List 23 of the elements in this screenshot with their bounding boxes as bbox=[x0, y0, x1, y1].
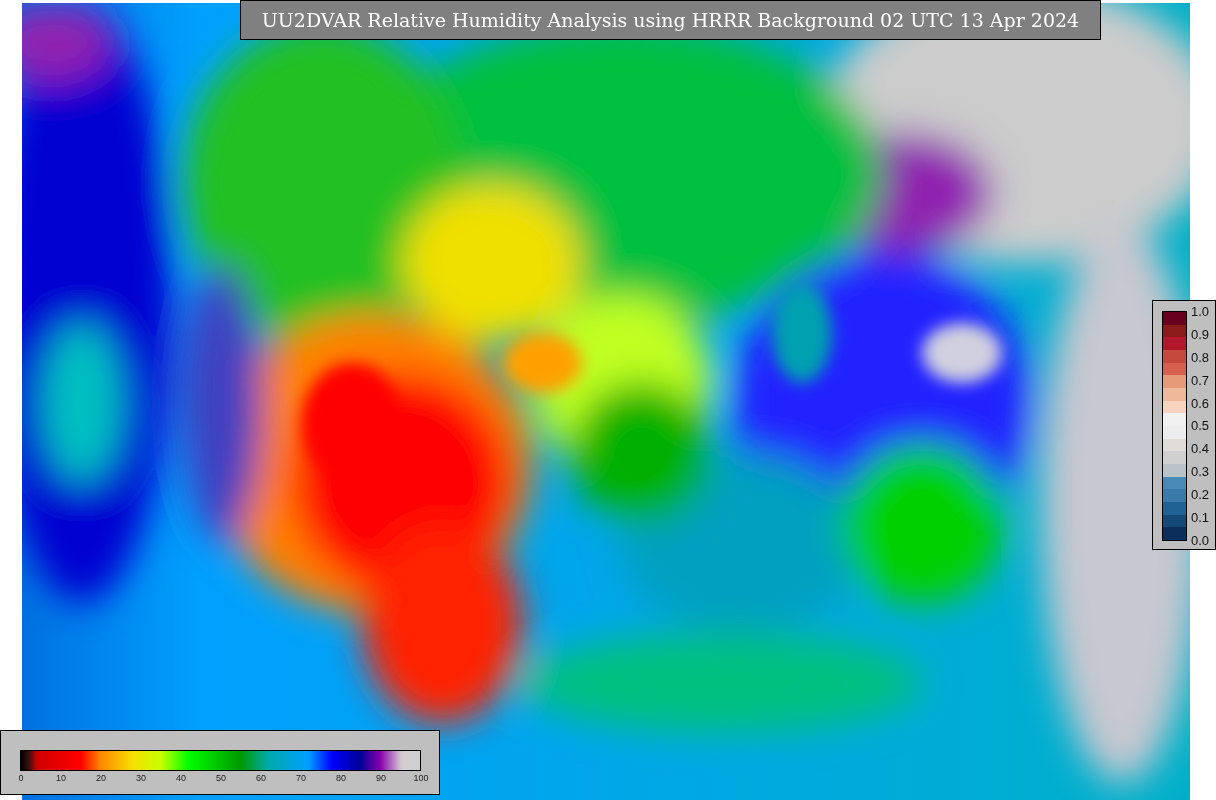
scale-label: 0.8 bbox=[1191, 349, 1210, 365]
title-banner: UU2DVAR Relative Humidity Analysis using HRRR Background 02 UTC 13 Apr 2024 bbox=[240, 0, 1101, 40]
scale-label: 0.6 bbox=[1191, 395, 1210, 411]
scale-label: 60 bbox=[255, 772, 267, 785]
scale-label: 70 bbox=[295, 772, 307, 785]
scale-label: 0.3 bbox=[1191, 464, 1210, 480]
scale-label: 0.9 bbox=[1191, 326, 1210, 342]
scale-label: 1.0 bbox=[1191, 304, 1210, 319]
scale-label: 50 bbox=[215, 772, 227, 785]
scale-label: 0.0 bbox=[1191, 532, 1210, 548]
scale-label: 0.5 bbox=[1191, 418, 1210, 434]
scale-label: 30 bbox=[135, 772, 147, 785]
scale-label: 0.4 bbox=[1191, 441, 1210, 457]
scale-label: 0.7 bbox=[1191, 372, 1210, 388]
scale-label: 100 bbox=[412, 772, 430, 785]
scale-label: 0 bbox=[17, 772, 25, 785]
scale-label: 90 bbox=[375, 772, 387, 785]
scale-label: 0.2 bbox=[1191, 487, 1210, 503]
scale-label: 40 bbox=[175, 772, 187, 785]
scale-label: 20 bbox=[95, 772, 107, 785]
scale-label: 80 bbox=[335, 772, 347, 785]
scale-label: 10 bbox=[55, 772, 67, 785]
scale-label: 0.1 bbox=[1191, 510, 1210, 525]
